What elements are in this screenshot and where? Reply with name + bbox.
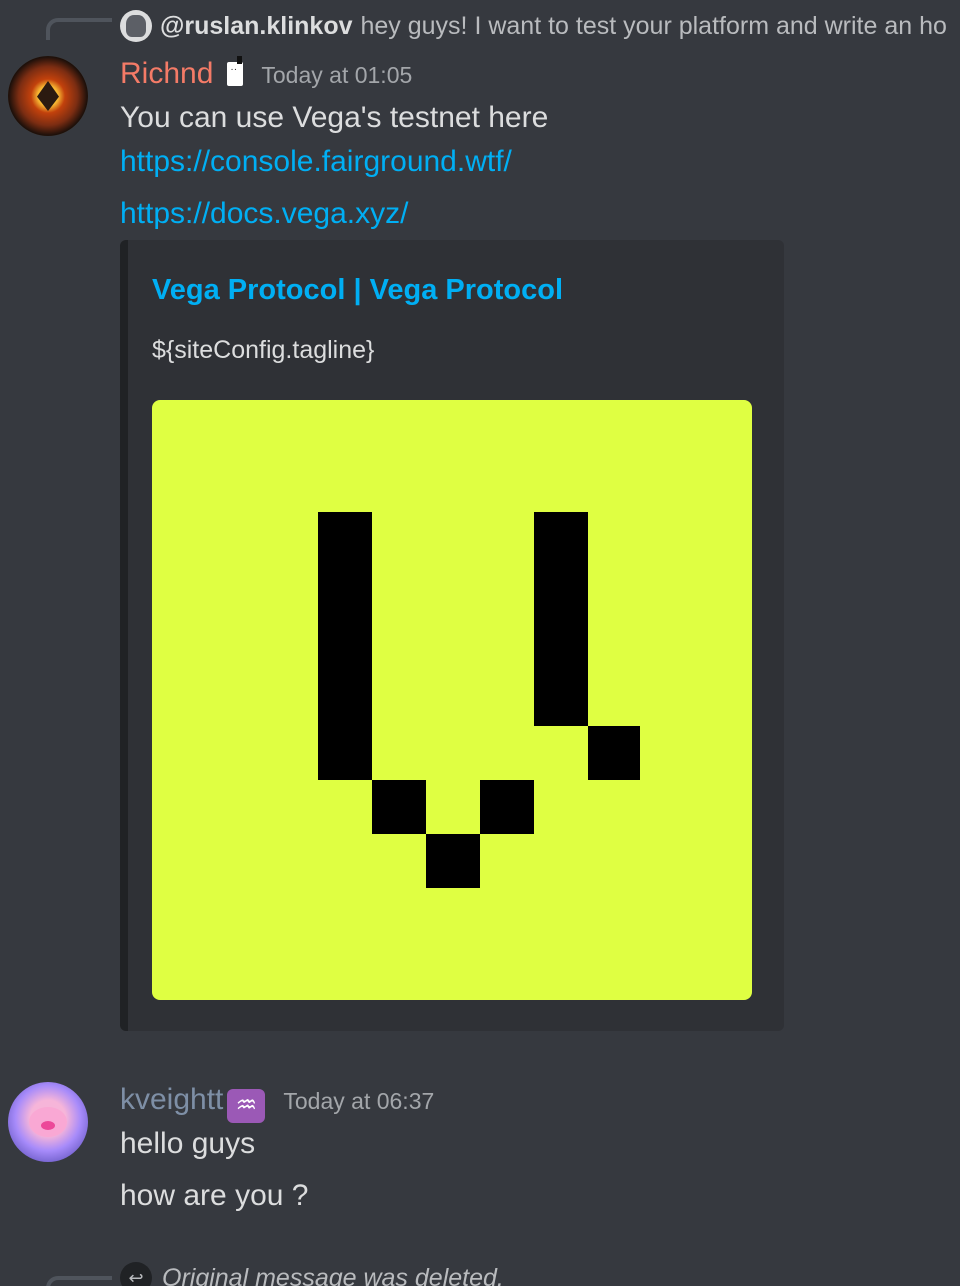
username[interactable]: Richnd xyxy=(120,54,213,94)
embed-title[interactable]: Vega Protocol | Vega Protocol xyxy=(152,274,563,307)
avatar[interactable] xyxy=(8,56,88,136)
reply-spine xyxy=(46,1276,112,1286)
username[interactable]: kveightt xyxy=(120,1080,223,1120)
reply-username[interactable]: @ruslan.klinkov xyxy=(160,12,353,41)
ethereum-icon xyxy=(37,81,59,111)
reply-reference[interactable]: @ruslan.klinkov hey guys! I want to test… xyxy=(120,6,947,46)
timestamp[interactable]: Today at 01:05 xyxy=(261,62,412,89)
message-text: You can use Vega's testnet here xyxy=(120,101,549,134)
embed-description: ${siteConfig.tagline} xyxy=(152,336,375,364)
docs-link[interactable]: https://docs.vega.xyz/ xyxy=(120,197,408,230)
console-link[interactable]: https://console.fairground.wtf/ xyxy=(120,145,512,178)
message-header: kveightt ♒ Today at 06:37 xyxy=(120,1080,434,1123)
message-text: hello guys xyxy=(120,1127,256,1160)
reply-text: hey guys! I want to test your platform a… xyxy=(360,11,947,40)
chat-view: @ruslan.klinkov hey guys! I want to test… xyxy=(0,0,960,1286)
reply-arrow-icon: ↩ xyxy=(120,1262,152,1286)
message-header: Richnd Today at 01:05 xyxy=(120,54,412,94)
link-embed: Vega Protocol | Vega Protocol ${siteConf… xyxy=(120,240,784,1031)
vega-logo-icon xyxy=(318,512,640,888)
timestamp[interactable]: Today at 06:37 xyxy=(283,1088,434,1115)
reply-avatar xyxy=(120,10,152,42)
pig-icon xyxy=(29,1107,67,1137)
avatar[interactable] xyxy=(8,1082,88,1162)
aquarius-icon: ♒ xyxy=(227,1088,266,1123)
reply-spine xyxy=(46,18,112,40)
message-link-line: https://docs.vega.xyz/ xyxy=(120,194,408,234)
message-text: how are you ? xyxy=(120,1179,309,1212)
embed-image[interactable] xyxy=(152,400,752,1000)
user-badge-icon xyxy=(227,56,244,86)
message-link-line: https://console.fairground.wtf/ xyxy=(120,142,512,182)
deleted-message-text: Original message was deleted. xyxy=(162,1263,504,1286)
reply-reference: ↩ Original message was deleted. xyxy=(120,1258,504,1286)
